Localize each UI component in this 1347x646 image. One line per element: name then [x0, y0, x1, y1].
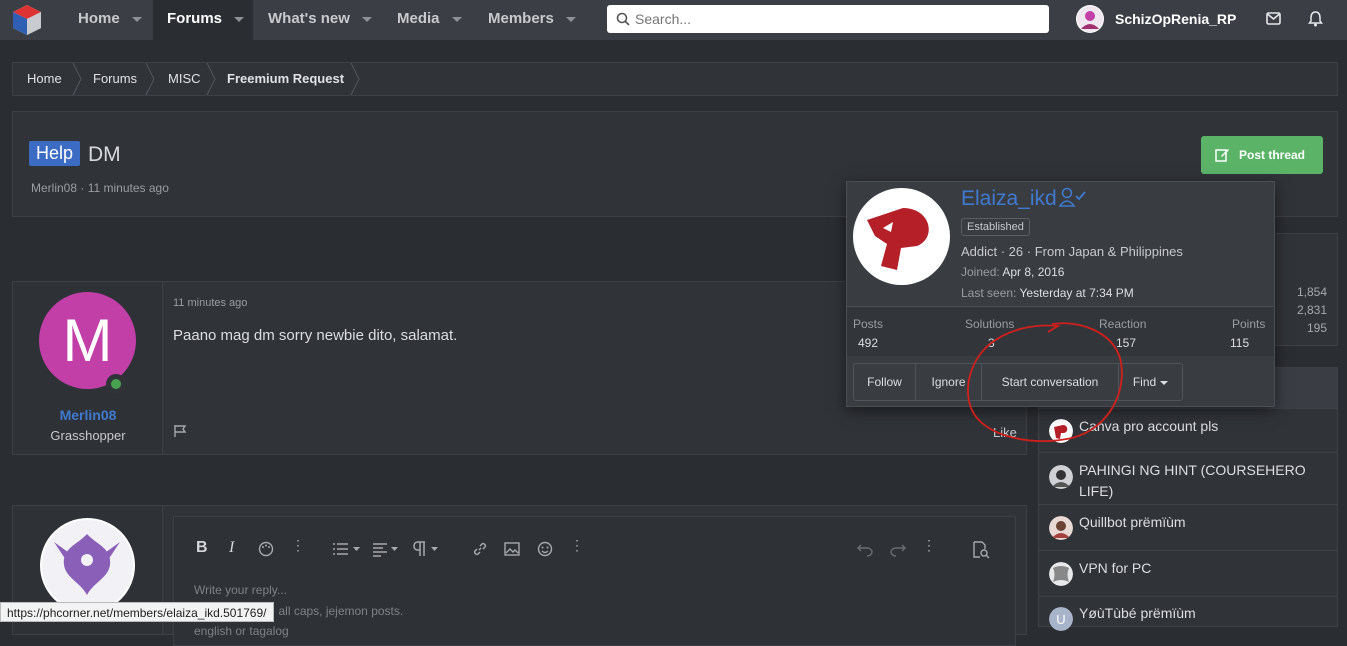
- top-nav: Home Forums What's new Media Members Sch…: [0, 0, 1347, 40]
- bell-icon[interactable]: [1308, 10, 1323, 27]
- chevron-down-icon[interactable]: [361, 16, 372, 22]
- user-check-icon: [1058, 187, 1086, 207]
- stat-label: Points: [1232, 317, 1266, 331]
- status-bar-url: https://phcorner.net/members/elaiza_ikd.…: [0, 602, 274, 622]
- thread-link[interactable]: VPN for PC: [1079, 558, 1329, 579]
- avatar[interactable]: [1076, 5, 1104, 33]
- chevron-down-icon[interactable]: [131, 16, 142, 22]
- nav-home[interactable]: Home: [64, 0, 153, 40]
- undo-icon[interactable]: [857, 541, 873, 557]
- edit-icon: [1215, 149, 1229, 162]
- chevron-right-icon: [350, 63, 360, 95]
- palette-icon[interactable]: [258, 541, 274, 557]
- thread-link[interactable]: Quillbot prëmïùm: [1079, 512, 1329, 533]
- reply-editor[interactable]: B I ⋮ ⋮ ⋮ Write your reply... Avoid sms …: [173, 516, 1016, 646]
- nav-whats-new[interactable]: What's new: [254, 0, 383, 40]
- more-options-icon[interactable]: ⋮: [291, 537, 305, 554]
- breadcrumb-home[interactable]: Home: [27, 63, 62, 95]
- italic-icon[interactable]: I: [229, 539, 234, 557]
- caret-down-icon: [1160, 380, 1169, 385]
- avatar: [1049, 516, 1073, 540]
- thread-link[interactable]: YøùTùbé prëmïùm: [1079, 603, 1329, 624]
- follow-button[interactable]: Follow: [854, 364, 916, 400]
- stat-label: Posts: [853, 317, 884, 331]
- thread-author[interactable]: Merlin08: [31, 181, 77, 195]
- avatar[interactable]: [853, 188, 950, 285]
- preview-icon[interactable]: [972, 541, 990, 559]
- stat-value: 2,831: [1296, 303, 1327, 317]
- member-badge: Established: [961, 218, 1030, 236]
- thread-meta: Merlin08 · 11 minutes ago: [31, 181, 169, 195]
- stat-value[interactable]: 492: [858, 336, 878, 350]
- chevron-down-icon[interactable]: [565, 16, 576, 22]
- align-icon[interactable]: [372, 541, 402, 557]
- stat-value[interactable]: 115: [1230, 336, 1249, 350]
- member-info: Addict · 26 · From Japan & Philippines: [961, 244, 1183, 259]
- mail-icon[interactable]: [1266, 12, 1281, 25]
- list-item[interactable]: VPN for PC: [1039, 550, 1337, 596]
- breadcrumb-current[interactable]: Freemium Request: [227, 63, 344, 95]
- avatar[interactable]: M: [39, 292, 136, 389]
- member-last-seen: Last seen: Yesterday at 7:34 PM: [961, 286, 1134, 300]
- post-body: Paano mag dm sorry newbie dito, salamat.: [173, 327, 458, 344]
- link-icon[interactable]: [472, 541, 488, 557]
- avatar: [1049, 562, 1073, 586]
- search-icon: [616, 12, 630, 26]
- nav-members[interactable]: Members: [474, 0, 594, 40]
- avatar: U: [1049, 607, 1073, 631]
- site-logo-icon[interactable]: [10, 3, 44, 37]
- thread-link[interactable]: PAHINGI NG HINT (COURSEHERO LIFE): [1079, 460, 1329, 502]
- member-name[interactable]: Elaiza_ikd: [961, 187, 1087, 211]
- list-item[interactable]: U YøùTùbé prëmïùm: [1039, 596, 1337, 636]
- member-joined: Joined: Apr 8, 2016: [961, 265, 1065, 279]
- reply-placeholder: english or tagalog: [194, 624, 289, 638]
- image-icon[interactable]: [504, 541, 520, 557]
- paragraph-icon[interactable]: [412, 541, 442, 557]
- thread-prefix-badge[interactable]: Help: [29, 141, 81, 166]
- chevron-right-icon: [72, 63, 82, 95]
- user-title: Grasshopper: [50, 428, 126, 443]
- username[interactable]: SchizOpRenia_RP: [1115, 11, 1236, 27]
- bold-icon[interactable]: B: [196, 539, 208, 557]
- chevron-right-icon: [206, 63, 216, 95]
- online-indicator-icon: [106, 374, 126, 394]
- chevron-down-icon[interactable]: [234, 16, 245, 22]
- more-options-icon[interactable]: ⋮: [922, 537, 936, 554]
- post-time[interactable]: 11 minutes ago: [173, 297, 247, 309]
- search-box[interactable]: [607, 5, 1049, 33]
- stat-value: 195: [1306, 321, 1327, 335]
- breadcrumb-misc[interactable]: MISC: [168, 63, 201, 95]
- more-options-icon[interactable]: ⋮: [570, 537, 584, 554]
- list-item[interactable]: PAHINGI NG HINT (COURSEHERO LIFE): [1039, 452, 1337, 504]
- list-icon[interactable]: [332, 541, 362, 557]
- redo-icon[interactable]: [890, 541, 906, 557]
- svg-text:U: U: [1056, 612, 1065, 627]
- breadcrumb-forums[interactable]: Forums: [93, 63, 137, 95]
- post-thread-button[interactable]: Post thread: [1201, 136, 1323, 174]
- report-flag-icon[interactable]: [173, 424, 187, 438]
- chevron-down-icon[interactable]: [451, 16, 462, 22]
- list-item[interactable]: Quillbot prëmïùm: [1039, 504, 1337, 550]
- page-title: DM: [88, 143, 121, 166]
- chevron-right-icon: [145, 63, 155, 95]
- stat-value: 1,854: [1296, 285, 1327, 299]
- reply-placeholder: Write your reply...: [194, 583, 287, 597]
- avatar: [1049, 465, 1073, 489]
- avatar[interactable]: [40, 518, 135, 613]
- post-author[interactable]: Merlin08: [13, 407, 163, 423]
- annotation-circle-icon: [967, 322, 1123, 442]
- thread-time[interactable]: 11 minutes ago: [88, 181, 169, 195]
- nav-media[interactable]: Media: [383, 0, 474, 40]
- search-input[interactable]: [635, 5, 1035, 33]
- nav-forums[interactable]: Forums: [153, 0, 253, 40]
- emoji-icon[interactable]: [537, 541, 553, 557]
- breadcrumb: Home Forums MISC Freemium Request: [12, 62, 1338, 96]
- post-user-column: M Merlin08 Grasshopper: [13, 282, 163, 454]
